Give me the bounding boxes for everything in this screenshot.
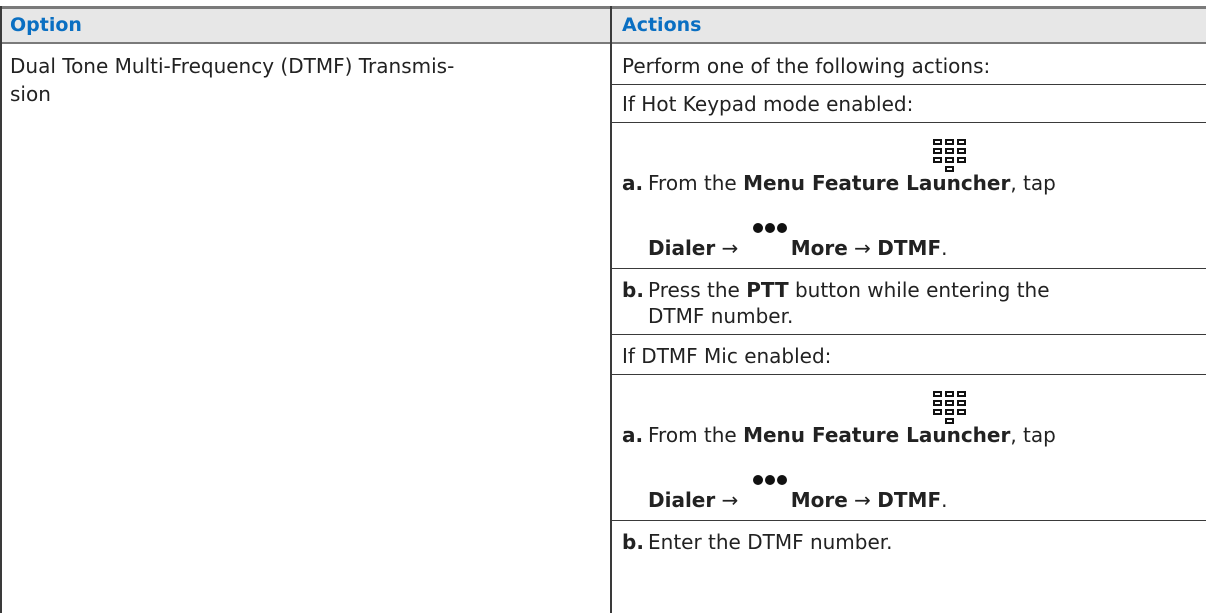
header-actions: Actions — [622, 14, 702, 36]
row-separator — [612, 84, 1206, 85]
step-letter: b. — [622, 278, 644, 302]
table-left-border — [0, 6, 2, 613]
menu-feature-launcher-label: Menu Feature Launcher — [743, 423, 1011, 447]
arrow: → — [847, 488, 878, 512]
step-b-text: Enter the DTMF number. — [648, 530, 893, 554]
row-separator — [612, 520, 1206, 521]
step-b-line2: DTMF number. — [648, 304, 794, 328]
step-letter: a. — [622, 423, 644, 447]
step-text: From the — [648, 423, 744, 447]
step-a-line1: From the Menu Feature Launcher, tap — [648, 169, 1056, 197]
period: . — [941, 488, 948, 512]
more-dots-icon — [753, 223, 787, 233]
arrow: → — [715, 236, 745, 260]
dialer-label: Dialer — [648, 488, 716, 512]
arrow: → — [715, 488, 745, 512]
actions-intro: Perform one of the following actions: — [622, 54, 991, 78]
dtmf-label: DTMF — [877, 236, 942, 260]
option-cell: Dual Tone Multi-Frequency (DTMF) Transmi… — [10, 52, 600, 108]
row-separator — [612, 268, 1206, 269]
more-label: More — [790, 236, 848, 260]
row-separator — [612, 122, 1206, 123]
row-separator — [612, 374, 1206, 375]
section-hot-keypad-heading: If Hot Keypad mode enabled: — [622, 92, 914, 116]
step-text: From the — [648, 171, 744, 195]
step-a-line2: Dialer → More → DTMF. — [648, 486, 947, 514]
column-divider — [610, 6, 612, 613]
more-dots-icon — [753, 475, 787, 485]
keypad-icon — [933, 139, 966, 172]
ptt-label: PTT — [746, 278, 789, 302]
step-a-line1: From the Menu Feature Launcher, tap — [648, 421, 1056, 449]
dialer-label: Dialer — [648, 236, 716, 260]
step-b-line1: Press the PTT button while entering the — [648, 276, 1050, 304]
table-header: Option Actions — [0, 6, 1206, 44]
option-text-line1: Dual Tone Multi-Frequency (DTMF) Transmi… — [10, 54, 455, 78]
more-label: More — [790, 488, 848, 512]
step-letter: b. — [622, 530, 644, 554]
options-table: Option Actions Dual Tone Multi-Frequency… — [0, 0, 1206, 613]
arrow: → — [847, 236, 878, 260]
step-text: , tap — [1010, 171, 1056, 195]
dtmf-label: DTMF — [877, 488, 942, 512]
option-text-line2: sion — [10, 82, 51, 106]
row-separator — [612, 334, 1206, 335]
step-letter: a. — [622, 171, 644, 195]
keypad-icon — [933, 391, 966, 424]
step-text: Press the — [648, 278, 747, 302]
step-text: button while entering the — [788, 278, 1050, 302]
step-a-line2: Dialer → More → DTMF. — [648, 234, 947, 262]
period: . — [941, 236, 948, 260]
section-dtmf-mic-heading: If DTMF Mic enabled: — [622, 344, 832, 368]
step-text: , tap — [1010, 423, 1056, 447]
menu-feature-launcher-label: Menu Feature Launcher — [743, 171, 1011, 195]
header-option: Option — [10, 14, 82, 36]
